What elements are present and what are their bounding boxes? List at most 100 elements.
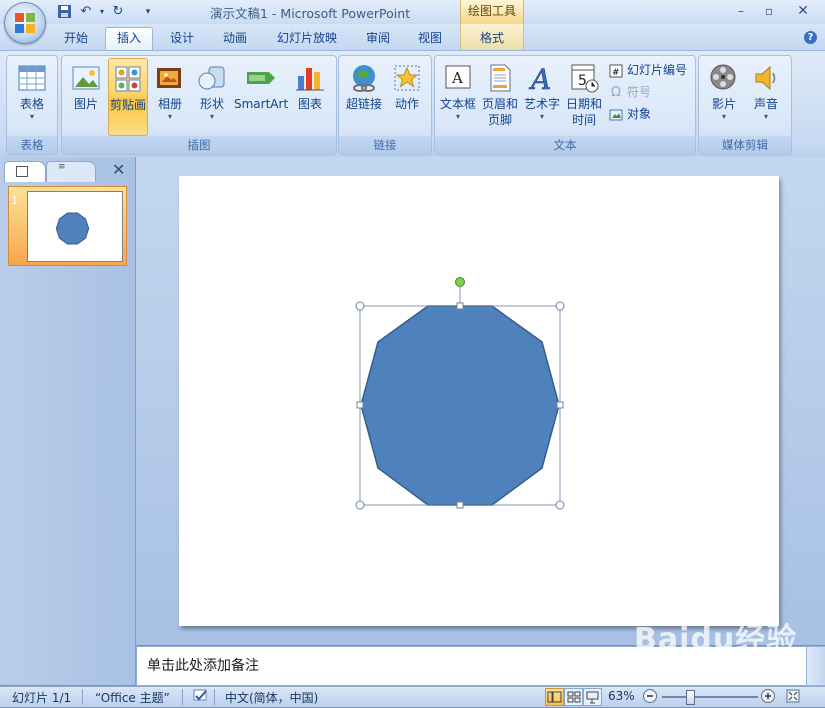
tab-review[interactable]: 审阅 [356,28,400,49]
minimize-icon[interactable]: – [728,2,754,20]
office-button[interactable] [4,2,46,44]
datetime-label-2: 时间 [571,113,596,127]
header-footer-label-2: 页脚 [487,113,512,127]
zoom-slider-track[interactable] [662,696,758,698]
tab-home[interactable]: 开始 [54,28,98,49]
tab-animation[interactable]: 动画 [213,28,257,49]
chevron-down-icon: ▾ [763,112,768,121]
smartart-label: SmartArt [234,97,289,111]
svg-text:A: A [528,63,551,94]
shapes-icon [196,62,228,94]
slide-thumbnail[interactable] [27,191,123,262]
tab-view[interactable]: 视图 [408,28,452,49]
picture-label: 图片 [73,97,98,111]
slide-number: 1 [11,194,18,207]
normal-view-button[interactable] [545,688,564,706]
resize-handle-e[interactable] [556,401,564,409]
group-label-links: 链接 [339,136,431,154]
sound-label: 声音 [753,97,778,111]
table-icon [16,62,48,94]
group-media: 影片 ▾ 声音 ▾ 媒体剪辑 [698,55,792,155]
action-button[interactable]: 动作 [387,58,427,134]
resize-handle-sw[interactable] [355,500,365,510]
notes-scrollbar[interactable] [806,646,825,686]
redo-icon[interactable]: ↻ [110,4,126,20]
clipart-button[interactable]: 剪贴画 [108,58,148,136]
chevron-down-icon: ▾ [721,112,726,121]
album-button[interactable]: 相册 ▾ [150,58,190,134]
watermark-url: jingyan.baidu.com [652,668,736,678]
customize-icon[interactable]: ▾ [140,4,156,20]
smartart-icon [245,62,277,94]
resize-handle-ne[interactable] [555,301,565,311]
resize-handle-s[interactable] [456,501,464,509]
zoom-out-icon[interactable] [642,688,658,707]
picture-button[interactable]: 图片 [66,58,106,134]
slide-sorter-button[interactable] [564,688,583,706]
tab-outline[interactable]: ≡ [46,161,96,182]
action-star-icon [391,62,423,94]
rotation-handle[interactable] [455,277,465,287]
decagon-shape[interactable] [360,305,560,506]
zoom-level[interactable]: 63% [608,689,635,703]
tab-format[interactable]: 格式 [460,24,524,50]
chevron-down-icon: ▾ [209,112,214,121]
textbox-label: 文本框 [439,97,476,111]
close-icon[interactable]: ✕ [790,2,816,20]
restore-icon[interactable]: ▫ [756,2,782,20]
group-label-illustrations: 插图 [62,136,336,154]
speaker-icon [750,62,782,94]
slideshow-view-button[interactable] [583,688,602,706]
undo-icon[interactable]: ↶ [78,4,94,20]
tab-slides[interactable] [4,161,46,182]
object-label: 对象 [627,107,652,121]
movie-button[interactable]: 影片 ▾ [703,58,745,134]
action-label: 动作 [394,97,419,111]
hyperlink-button[interactable]: 超链接 [343,58,385,134]
slide-number-button[interactable]: # 幻灯片编号 [609,60,687,80]
table-button[interactable]: 表格 ▾ [11,58,53,134]
tab-design[interactable]: 设计 [160,28,204,49]
zoom-in-icon[interactable] [760,688,776,707]
tab-slideshow[interactable]: 幻灯片放映 [266,28,348,49]
wordart-button[interactable]: A 艺术字 ▾ [521,58,563,134]
zoom-slider-thumb[interactable] [686,690,695,705]
bar-chart-icon [294,62,326,94]
wordart-icon: A [526,62,558,97]
save-icon[interactable] [56,4,72,20]
datetime-button[interactable]: 5 日期和 时间 [563,58,605,134]
resize-handle-nw[interactable] [355,301,365,311]
tab-insert[interactable]: 插入 [105,27,153,51]
slide-view-icon [16,166,28,177]
undo-dropdown-icon[interactable]: ▾ [94,4,110,20]
ribbon-tabs: 开始 插入 设计 动画 幻灯片放映 审阅 视图 格式 [0,24,825,51]
language[interactable]: 中文(简体，中国) [225,689,318,706]
calendar-clock-icon: 5 [568,62,600,94]
symbol-button[interactable]: Ω 符号 [609,82,651,102]
slide-canvas[interactable] [179,176,779,626]
spell-check-icon[interactable] [192,688,210,707]
header-footer-button[interactable]: 页眉和 页脚 [479,58,521,134]
watermark-logo: Baidu经验 [634,622,798,657]
object-button[interactable]: 对象 [609,104,651,124]
slide-svg [355,277,565,510]
smartart-button[interactable]: SmartArt [234,58,288,134]
omega-icon: Ω [611,84,621,100]
status-separator [82,689,83,705]
help-icon[interactable]: ? [804,31,817,44]
chart-label: 图表 [297,97,322,111]
resize-handle-n[interactable] [456,302,464,310]
fit-to-window-icon[interactable] [785,688,801,707]
shapes-button[interactable]: 形状 ▾ [192,58,232,134]
shapes-label: 形状 [199,97,224,111]
chart-button[interactable]: 图表 [290,58,330,134]
resize-handle-se[interactable] [555,500,565,510]
resize-handle-w[interactable] [356,401,364,409]
sound-button[interactable]: 声音 ▾ [745,58,787,134]
notes-placeholder[interactable]: 单击此处添加备注 [147,655,259,675]
group-table: 表格 ▾ 表格 [6,55,58,155]
close-pane-icon[interactable]: ✕ [112,160,125,179]
office-logo-icon [15,13,35,33]
textbox-button[interactable]: A 文本框 ▾ [437,58,479,134]
hyperlink-icon [348,62,380,94]
